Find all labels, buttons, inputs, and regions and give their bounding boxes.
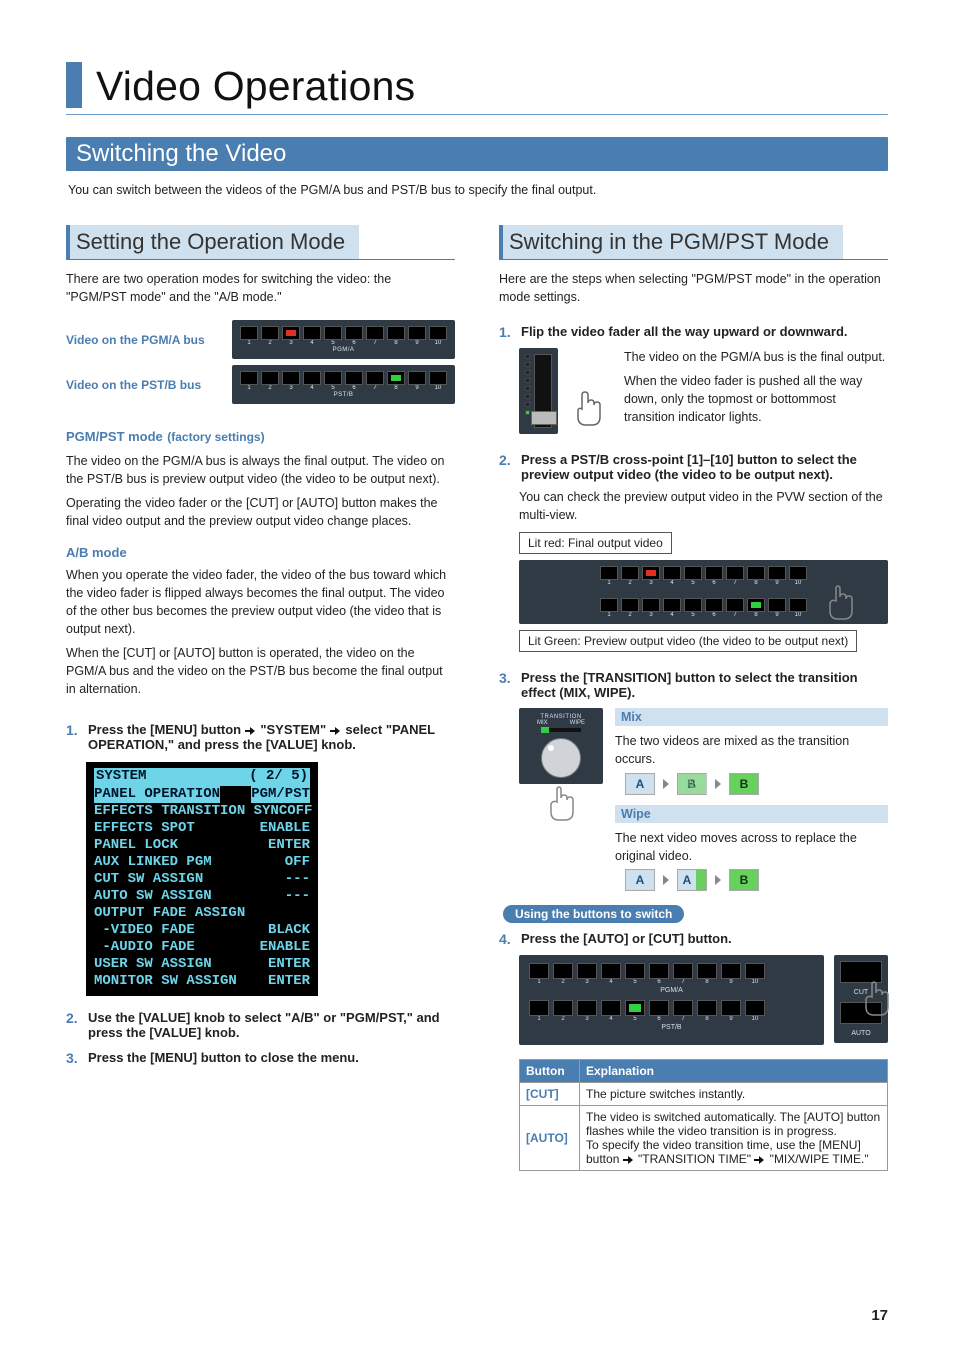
- crosspoint-panel: 12345678910 12345678910: [519, 560, 888, 624]
- right-step3-text: Press the [TRANSITION] button to select …: [521, 670, 858, 700]
- left-step3-text: Press the [MENU] button to close the men…: [88, 1050, 359, 1065]
- left-step-3: 3. Press the [MENU] button to close the …: [66, 1050, 455, 1066]
- hand-icon: [537, 778, 585, 831]
- section-heading: Switching the Video: [66, 137, 888, 171]
- table-row: [CUT] The picture switches instantly.: [520, 1082, 888, 1105]
- left-step-1: 1. Press the [MENU] button "SYSTEM" sele…: [66, 722, 455, 752]
- mix-sequence: A AB B: [625, 773, 888, 795]
- right-step4-text: Press the [AUTO] or [CUT] button.: [521, 931, 732, 946]
- page-number: 17: [871, 1307, 888, 1324]
- switch-panel: 12345678910 PGM/A 12345678910 PST/B: [519, 955, 824, 1045]
- mix-text: The two videos are mixed as the transiti…: [615, 732, 888, 768]
- section-intro: You can switch between the videos of the…: [68, 181, 886, 199]
- mode-ab-p1: When you operate the video fader, the vi…: [66, 566, 455, 639]
- arrow-icon: [623, 1155, 635, 1165]
- sub-heading-right: Switching in the PGM/PST Mode: [499, 225, 888, 260]
- left-step1-pre: Press the [MENU] button: [88, 722, 245, 737]
- mix-head: Mix: [615, 708, 888, 726]
- right-step1-text: Flip the video fader all the way upward …: [521, 324, 848, 339]
- using-buttons-pill: Using the buttons to switch: [503, 905, 684, 923]
- bus-a-panel: 12345678910 PGM/A: [232, 320, 455, 359]
- mode-ab-head: A/B mode: [66, 545, 455, 560]
- sub-heading-right-text: Switching in the PGM/PST Mode: [499, 225, 843, 259]
- arrow-icon: [245, 726, 257, 736]
- cell-cut-text: The picture switches instantly.: [580, 1082, 888, 1105]
- right-step-2: 2. Press a PST/B cross-point [1]–[10] bu…: [499, 452, 888, 482]
- left-step1-sys: "SYSTEM": [257, 722, 330, 737]
- menu-screenshot: SYSTEM( 2/ 5) PANEL OPERATIONPGM/PST EFF…: [86, 762, 318, 996]
- left-column: Setting the Operation Mode There are two…: [66, 199, 455, 1171]
- mode-pgmpst-hint: (factory settings): [167, 430, 264, 444]
- sub-heading-left: Setting the Operation Mode: [66, 225, 455, 260]
- label-lit-green: Lit Green: Preview output video (the vid…: [519, 630, 857, 652]
- arrow-icon: [330, 726, 342, 736]
- sub-heading-left-text: Setting the Operation Mode: [66, 225, 359, 259]
- left-step-2: 2. Use the [VALUE] knob to select "A/B" …: [66, 1010, 455, 1040]
- bus-b-caption: PST/B: [240, 392, 447, 398]
- right-step1-p1: The video on the PGM/A bus is the final …: [624, 348, 888, 366]
- mode-pgmpst-p1: The video on the PGM/A bus is always the…: [66, 452, 455, 488]
- menu-pager: ( 2/ 5): [249, 768, 308, 785]
- right-step-1: 1. Flip the video fader all the way upwa…: [499, 324, 888, 340]
- right-intro: Here are the steps when selecting "PGM/P…: [499, 270, 888, 306]
- right-step2-text: Press a PST/B cross-point [1]–[10] butto…: [521, 452, 857, 482]
- right-step-4: 4. Press the [AUTO] or [CUT] button.: [499, 931, 888, 947]
- arrow-icon: [754, 1155, 766, 1165]
- th-explanation: Explanation: [580, 1059, 888, 1082]
- fader-graphic: [519, 348, 612, 434]
- hand-icon: [564, 381, 612, 434]
- cell-auto-button: [AUTO]: [520, 1105, 580, 1170]
- th-button: Button: [520, 1059, 580, 1082]
- button-table: Button Explanation [CUT] The picture swi…: [519, 1059, 888, 1171]
- wipe-head: Wipe: [615, 805, 888, 823]
- bus-a-label: Video on the PGM/A bus: [66, 333, 222, 347]
- table-row: [AUTO] The video is switched automatical…: [520, 1105, 888, 1170]
- mode-pgmpst-head: PGM/PST mode: [66, 429, 163, 444]
- right-step2-p: You can check the preview output video i…: [519, 488, 888, 524]
- transition-panel: TRANSITION MIXWIPE: [519, 708, 603, 784]
- doc-title-wrap: Video Operations: [66, 62, 888, 115]
- mode-pgmpst-p2: Operating the video fader or the [CUT] o…: [66, 494, 455, 530]
- hand-icon: [816, 577, 864, 630]
- bus-b-panel: 12345678910 PST/B: [232, 365, 455, 404]
- title-accent-bar: [66, 62, 82, 108]
- label-lit-red: Lit red: Final output video: [519, 532, 672, 554]
- cell-cut-button: [CUT]: [520, 1082, 580, 1105]
- right-column: Switching in the PGM/PST Mode Here are t…: [499, 199, 888, 1171]
- left-intro: There are two operation modes for switch…: [66, 270, 455, 306]
- cell-auto-text: The video is switched automatically. The…: [580, 1105, 888, 1170]
- bus-a-caption: PGM/A: [240, 347, 447, 353]
- hand-icon: [852, 973, 900, 1026]
- right-step-3: 3. Press the [TRANSITION] button to sele…: [499, 670, 888, 700]
- wipe-sequence: A A B: [625, 869, 888, 891]
- right-step1-p2: When the video fader is pushed all the w…: [624, 372, 888, 426]
- page-title: Video Operations: [96, 63, 415, 114]
- wipe-text: The next video moves across to replace t…: [615, 829, 888, 865]
- left-step2-text: Use the [VALUE] knob to select "A/B" or …: [88, 1010, 440, 1040]
- menu-title: SYSTEM: [96, 768, 146, 785]
- bus-b-label: Video on the PST/B bus: [66, 378, 222, 392]
- mode-ab-p2: When the [CUT] or [AUTO] button is opera…: [66, 644, 455, 698]
